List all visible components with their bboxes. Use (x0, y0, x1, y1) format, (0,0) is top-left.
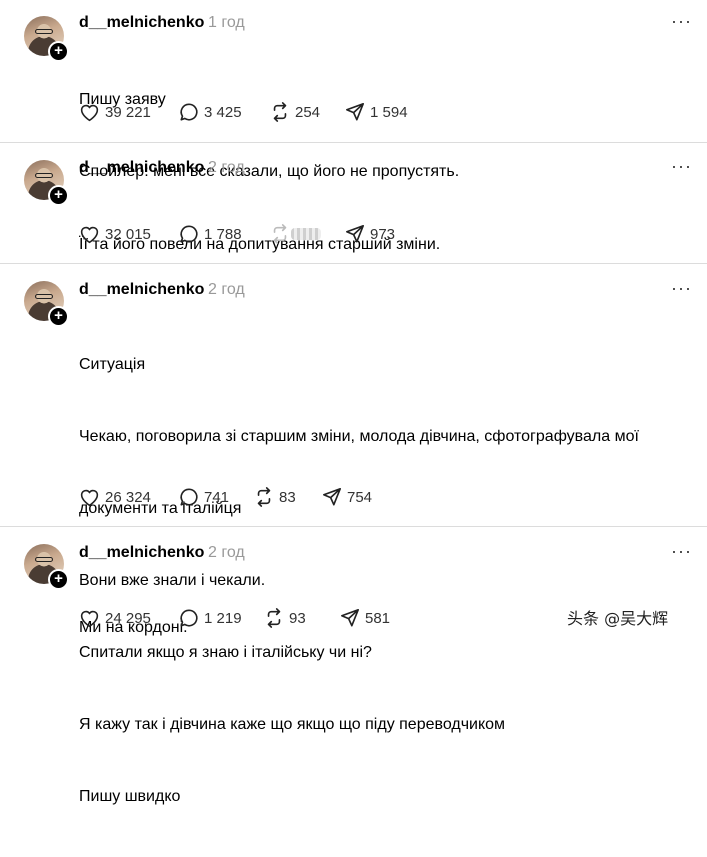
comment-button[interactable]: 741 (179, 487, 229, 507)
share-icon (341, 609, 359, 627)
comment-button[interactable]: 1 788 (179, 224, 242, 244)
blurred-count (291, 228, 321, 240)
share-button[interactable]: 973 (345, 224, 395, 244)
repost-icon (273, 224, 287, 244)
share-icon (346, 103, 364, 121)
comment-button[interactable]: 3 425 (179, 102, 242, 122)
comment-count: 1 788 (204, 225, 242, 243)
more-icon[interactable]: ··· (671, 541, 692, 562)
comment-icon (180, 609, 198, 627)
repost-count: 93 (289, 609, 306, 627)
like-button[interactable]: 26 324 (79, 487, 151, 507)
avatar[interactable]: + (24, 160, 69, 206)
share-icon (346, 225, 364, 243)
heart-icon (80, 489, 99, 507)
like-count: 24 295 (105, 609, 151, 627)
share-count: 1 594 (370, 103, 408, 121)
like-count: 32 015 (105, 225, 151, 243)
repost-icon (257, 487, 271, 507)
post-actions: 24 295 1 219 93 581 (79, 608, 639, 628)
heart-icon (80, 104, 99, 122)
share-button[interactable]: 581 (340, 608, 390, 628)
repost-count: 254 (295, 103, 321, 121)
avatar-glasses (35, 29, 53, 34)
post-actions: 32 015 1 788 973 (79, 224, 639, 244)
comment-icon (180, 488, 198, 506)
heart-icon (80, 610, 99, 628)
share-count: 973 (370, 225, 396, 243)
avatar[interactable]: + (24, 544, 69, 590)
share-count: 581 (365, 609, 391, 627)
like-count: 26 324 (105, 488, 151, 506)
post-actions: 26 324 741 83 754 (79, 487, 639, 507)
more-icon[interactable]: ··· (671, 11, 692, 32)
post-text-line: Чекаю, поговорила зі старшим зміни, моло… (79, 428, 639, 445)
repost-button[interactable]: 83 (254, 487, 296, 507)
repost-button[interactable]: 254 (270, 102, 320, 122)
comment-count: 741 (204, 488, 230, 506)
share-button[interactable]: 1 594 (345, 102, 408, 122)
like-button[interactable]: 32 015 (79, 224, 151, 244)
post: + d__melnichenko 2 год ··· Ситуація Чека… (0, 264, 707, 805)
plus-icon[interactable]: + (48, 306, 69, 327)
post-actions: 39 221 3 425 254 1 594 (79, 102, 639, 122)
repost-button[interactable]: 93 (264, 608, 306, 628)
username[interactable]: d__melnichenko (79, 281, 204, 299)
username[interactable]: d__melnichenko (79, 14, 204, 32)
post-time[interactable]: 2 год (208, 544, 245, 562)
post-text: Ми на кордоні. (79, 568, 188, 688)
comment-count: 1 219 (204, 609, 242, 627)
repost-count: 83 (279, 488, 296, 506)
comment-button[interactable]: 1 219 (179, 608, 242, 628)
post-time[interactable]: 2 год (208, 281, 245, 299)
plus-icon[interactable]: + (48, 41, 69, 62)
avatar[interactable]: + (24, 281, 69, 327)
avatar-glasses (35, 557, 53, 562)
post-text-line: Пишу швидко (79, 788, 181, 805)
post: + d__melnichenko 1 год ··· Пишу заяву Сп… (0, 0, 707, 180)
post-text-line: Я кажу так і дівчина каже що якщо що під… (79, 716, 506, 733)
like-count: 39 221 (105, 103, 151, 121)
like-button[interactable]: 24 295 (79, 608, 151, 628)
share-button[interactable]: 754 (322, 487, 372, 507)
comment-count: 3 425 (204, 103, 242, 121)
share-count: 754 (347, 488, 373, 506)
post-text-line: Ситуація (79, 356, 146, 373)
share-icon (323, 488, 341, 506)
avatar-glasses (35, 173, 53, 178)
avatar[interactable]: + (24, 16, 69, 62)
repost-button[interactable] (270, 224, 321, 244)
comment-icon (180, 225, 198, 243)
username[interactable]: d__melnichenko (79, 544, 204, 562)
post: + d__melnichenko 2 год ··· Її та його по… (0, 143, 707, 263)
post-time[interactable]: 2 год (208, 159, 245, 177)
repost-icon (273, 102, 287, 122)
more-icon[interactable]: ··· (671, 156, 692, 177)
more-icon[interactable]: ··· (671, 278, 692, 299)
comment-icon (180, 103, 198, 121)
plus-icon[interactable]: + (48, 569, 69, 590)
watermark: 头条 @吴大辉 (567, 609, 669, 628)
username[interactable]: d__melnichenko (79, 159, 204, 177)
avatar-glasses (35, 294, 53, 299)
plus-icon[interactable]: + (48, 185, 69, 206)
post-time[interactable]: 1 год (208, 14, 245, 32)
heart-icon (80, 226, 99, 244)
like-button[interactable]: 39 221 (79, 102, 151, 122)
repost-icon (267, 608, 281, 628)
